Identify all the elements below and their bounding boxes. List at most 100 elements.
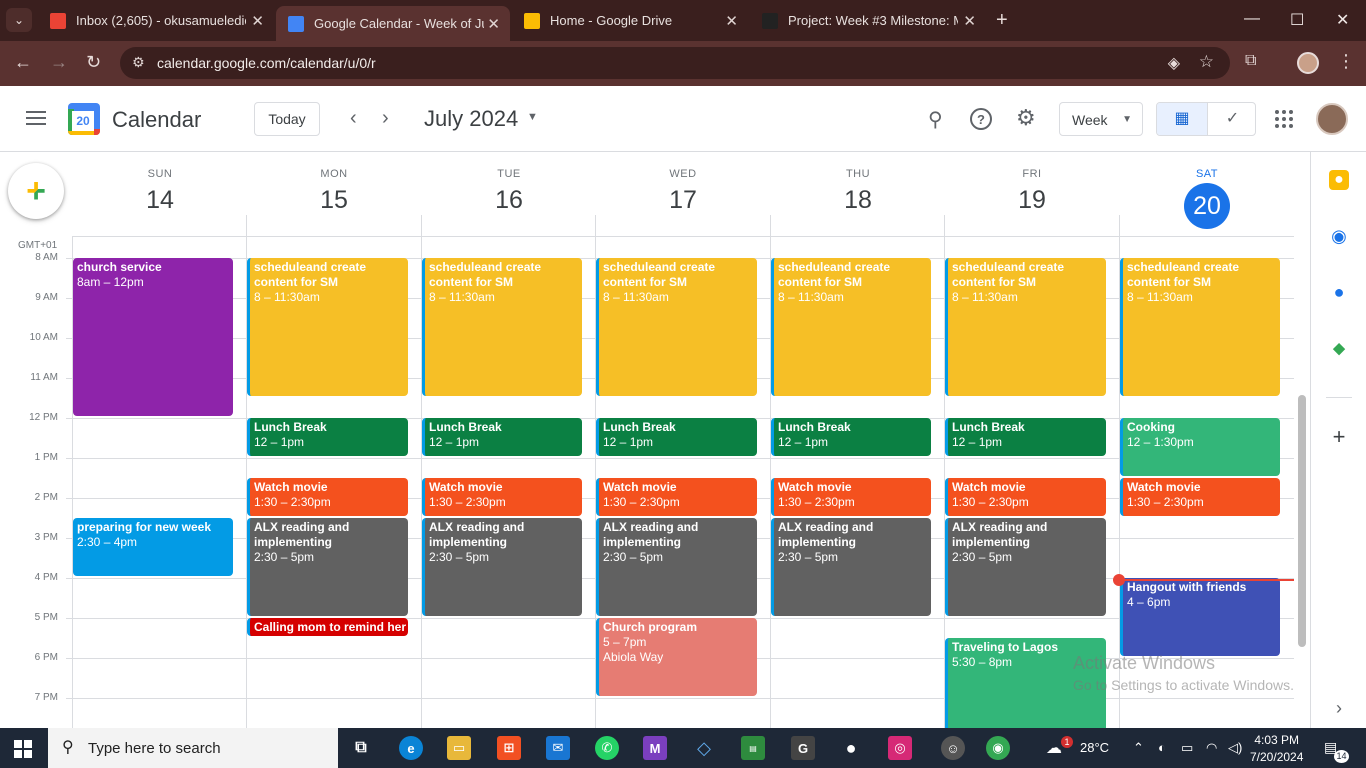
help-icon[interactable]: ? [970, 108, 992, 130]
event-alx-reading[interactable]: ALX reading and implementing 2:30 – 5pm [596, 518, 757, 616]
file-explorer-icon[interactable]: ▭ [447, 736, 471, 760]
gear-icon[interactable]: ⚙ [1016, 105, 1036, 131]
skills-app-icon[interactable]: ▤ [741, 736, 765, 760]
event-content-sm[interactable]: scheduleand create content for SM 8 – 11… [1120, 258, 1280, 396]
event-alx-reading[interactable]: ALX reading and implementing 2:30 – 5pm [422, 518, 582, 616]
day-date[interactable]: 15 [247, 186, 421, 215]
task-view-icon[interactable]: ⧉ [349, 736, 373, 760]
event-content-sm[interactable]: scheduleand create content for SM 8 – 11… [247, 258, 408, 396]
m-app-icon[interactable]: M [643, 736, 667, 760]
tab-google-calendar[interactable]: Google Calendar - Week of July ✕ [276, 6, 510, 41]
instagram-icon[interactable]: ◎ [888, 736, 912, 760]
keep-icon[interactable]: ● [1329, 170, 1349, 190]
event-watch-movie[interactable]: Watch movie 1:30 – 2:30pm [247, 478, 408, 516]
new-tab-button[interactable]: + [996, 9, 1008, 32]
virtualbox-icon[interactable]: ◇ [692, 736, 716, 760]
day-header-wed[interactable]: WED 17 [596, 158, 770, 215]
day-header-sun[interactable]: SUN 14 [73, 158, 247, 215]
event-lunch-break[interactable]: Lunch Break 12 – 1pm [247, 418, 408, 456]
minimize-button[interactable]: — [1244, 10, 1260, 28]
site-info-icon[interactable]: ⚙ [132, 54, 145, 71]
github-icon[interactable]: ● [839, 736, 863, 760]
tab-gmail[interactable]: Inbox (2,605) - okusamueledion ✕ [38, 6, 274, 35]
weather-temp[interactable]: 28°C [1080, 740, 1109, 755]
event-cooking[interactable]: Cooking 12 – 1:30pm [1120, 418, 1280, 476]
event-lunch-break[interactable]: Lunch Break 12 – 1pm [422, 418, 582, 456]
edge-icon[interactable]: e [399, 736, 423, 760]
whatsapp-icon[interactable]: ✆ [595, 736, 619, 760]
next-week-icon[interactable]: › [382, 107, 389, 130]
grid-scrollbar[interactable] [1298, 395, 1306, 647]
day-date[interactable]: 19 [945, 186, 1119, 215]
close-icon[interactable]: ✕ [963, 12, 976, 30]
month-title[interactable]: July 2024 [424, 106, 518, 132]
chrome-menu-icon[interactable]: ⋮ [1337, 51, 1355, 72]
chevron-down-icon[interactable]: ▼ [527, 111, 538, 123]
event-watch-movie[interactable]: Watch movie 1:30 – 2:30pm [422, 478, 582, 516]
maps-icon[interactable]: ⬥ [1329, 338, 1349, 358]
close-window-button[interactable]: ✕ [1336, 10, 1349, 30]
view-selector[interactable]: Week ▼ [1059, 102, 1143, 136]
account-avatar[interactable] [1316, 103, 1348, 135]
previous-week-icon[interactable]: ‹ [350, 107, 357, 130]
event-content-sm[interactable]: scheduleand create content for SM 8 – 11… [771, 258, 931, 396]
lens-icon[interactable]: ◈ [1168, 53, 1180, 73]
tasks-icon[interactable]: ◉ [1329, 226, 1349, 246]
event-alx-reading[interactable]: ALX reading and implementing 2:30 – 5pm [771, 518, 931, 616]
event-calling-mom[interactable]: Calling mom to remind her of [247, 618, 408, 636]
day-header-mon[interactable]: MON 15 [247, 158, 421, 215]
photos-icon[interactable]: ☺ [941, 736, 965, 760]
event-lunch-break[interactable]: Lunch Break 12 – 1pm [596, 418, 757, 456]
taskbar-clock[interactable]: 4:03 PM 7/20/2024 [1250, 732, 1303, 766]
contacts-icon[interactable]: ● [1329, 282, 1349, 302]
day-date[interactable]: 16 [422, 186, 596, 215]
bookmark-star-icon[interactable]: ☆ [1199, 52, 1214, 72]
day-date[interactable]: 14 [73, 186, 247, 215]
tab-project[interactable]: Project: Week #3 Milestone: Ma ✕ [750, 6, 986, 35]
event-alx-reading[interactable]: ALX reading and implementing 2:30 – 5pm [945, 518, 1106, 616]
event-watch-movie[interactable]: Watch movie 1:30 – 2:30pm [1120, 478, 1280, 516]
event-watch-movie[interactable]: Watch movie 1:30 – 2:30pm [771, 478, 931, 516]
close-icon[interactable]: ✕ [487, 15, 500, 33]
event-preparing-new-week[interactable]: preparing for new week 2:30 – 4pm [73, 518, 233, 576]
today-button[interactable]: Today [254, 102, 320, 136]
volume-icon[interactable]: ◁) [1228, 740, 1242, 756]
create-button[interactable]: + [8, 163, 64, 219]
close-icon[interactable]: ✕ [725, 12, 738, 30]
day-header-tue[interactable]: TUE 16 [422, 158, 596, 215]
day-date[interactable]: 18 [771, 186, 945, 215]
event-watch-movie[interactable]: Watch movie 1:30 – 2:30pm [596, 478, 757, 516]
maximize-button[interactable]: ☐ [1290, 10, 1304, 30]
google-apps-icon[interactable] [1275, 110, 1293, 128]
day-header-thu[interactable]: THU 18 [771, 158, 945, 215]
forward-icon[interactable]: → [50, 52, 68, 73]
windows-start-icon[interactable] [14, 740, 32, 758]
chrome-icon[interactable]: ◉ [986, 736, 1010, 760]
event-church-program[interactable]: Church program 5 – 7pm Abiola Way [596, 618, 757, 696]
battery-icon[interactable]: ▭ [1181, 740, 1193, 756]
meet-icon[interactable]: ◐ [1158, 740, 1166, 755]
main-menu-icon[interactable] [26, 111, 46, 129]
add-addon-icon[interactable]: + [1329, 424, 1349, 449]
event-church-service[interactable]: church service 8am – 12pm [73, 258, 233, 416]
event-hangout-friends[interactable]: Hangout with friends 4 – 6pm [1120, 578, 1280, 656]
event-watch-movie[interactable]: Watch movie 1:30 – 2:30pm [945, 478, 1106, 516]
back-icon[interactable]: ← [14, 52, 32, 73]
profile-avatar[interactable] [1297, 52, 1319, 74]
address-bar[interactable]: ⚙ calendar.google.com/calendar/u/0/r ◈ ☆ [120, 47, 1230, 79]
event-content-sm[interactable]: scheduleand create content for SM 8 – 11… [422, 258, 582, 396]
weather-icon[interactable]: ☁ [1046, 738, 1062, 758]
reload-icon[interactable]: ↻ [86, 52, 101, 73]
event-content-sm[interactable]: scheduleand create content for SM 8 – 11… [596, 258, 757, 396]
day-header-fri[interactable]: FRI 19 [945, 158, 1119, 215]
calendar-view-icon[interactable]: ▦ [1157, 103, 1207, 135]
day-date[interactable]: 20 [1184, 183, 1230, 229]
chevron-up-icon[interactable]: ⌃ [1133, 740, 1144, 756]
tasks-view-icon[interactable]: ✓ [1207, 103, 1255, 135]
event-alx-reading[interactable]: ALX reading and implementing 2:30 – 5pm [247, 518, 408, 616]
mail-icon[interactable]: ✉ [546, 736, 570, 760]
event-content-sm[interactable]: scheduleand create content for SM 8 – 11… [945, 258, 1106, 396]
g-app-icon[interactable]: G [791, 736, 815, 760]
extensions-icon[interactable]: ⧉ [1245, 52, 1256, 70]
day-date[interactable]: 17 [596, 186, 770, 215]
